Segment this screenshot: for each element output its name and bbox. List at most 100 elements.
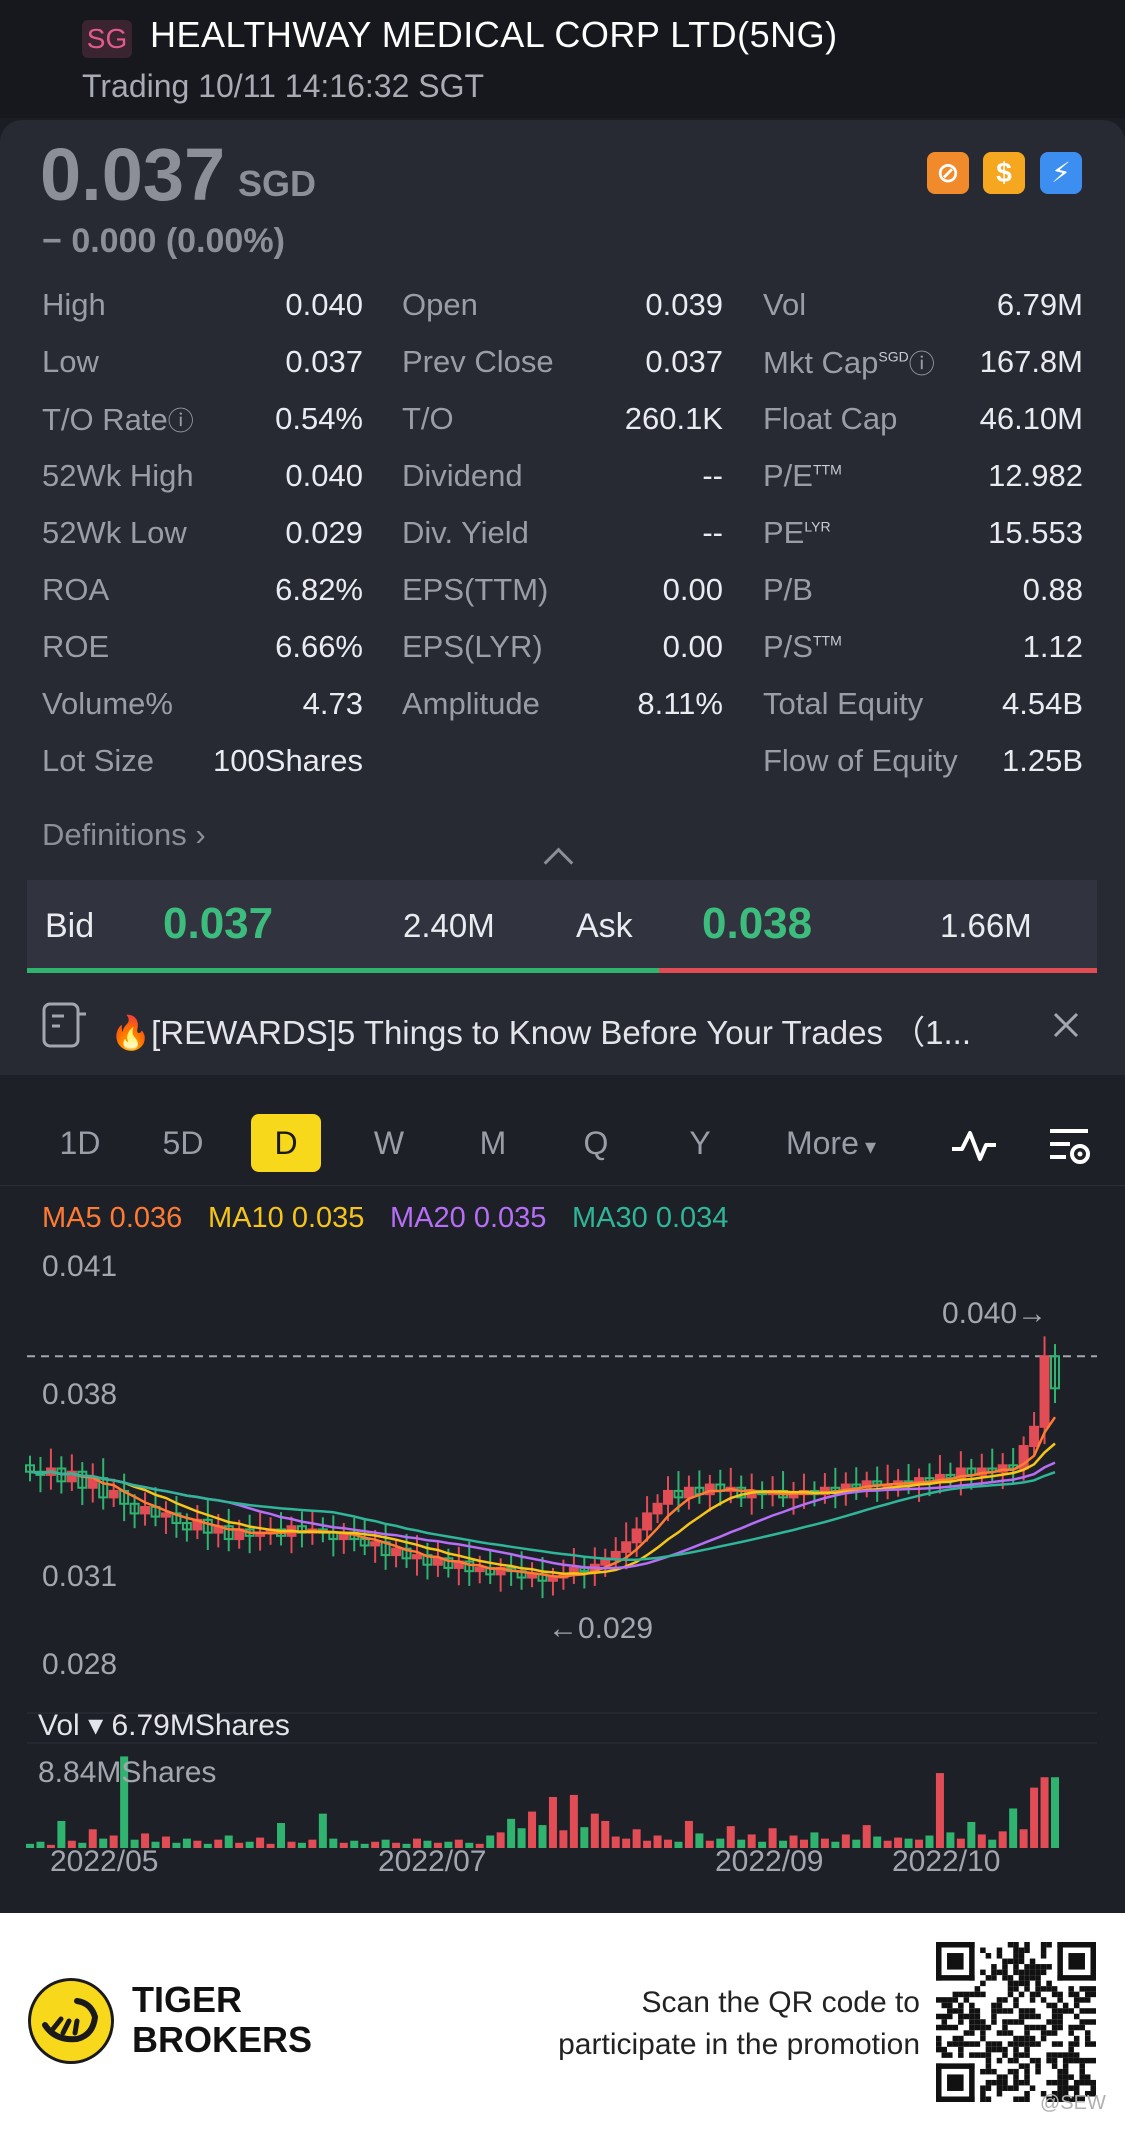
qr-module [1057, 1942, 1096, 1948]
qr-module [1062, 2074, 1069, 2080]
qr-module [1024, 2090, 1030, 2097]
qr-module [1062, 2063, 1069, 2069]
volume-bar [266, 1843, 275, 1848]
qr-module [991, 1969, 997, 1976]
qr-module [985, 2096, 992, 2102]
qr-module [1013, 2019, 1019, 2025]
tab-1d[interactable]: 1D [45, 1125, 115, 1162]
price-chart[interactable]: 0.041 0.038 0.031 0.028 0.040→ ←0.029 8.84MSha… [0, 1240, 1125, 1880]
ma-indicator: MA10 0.035 [208, 1202, 365, 1234]
qr-module [1073, 2024, 1080, 2031]
volume-bar [695, 1833, 704, 1848]
stat-label-text: Volume% [42, 686, 173, 721]
chart-settings-icon[interactable] [1048, 1126, 1092, 1166]
volume-header[interactable]: Vol ▾ 6.79MShares [38, 1708, 290, 1743]
qr-module [980, 2096, 986, 2102]
tab-d[interactable]: D [251, 1114, 321, 1172]
qr-module [1068, 2024, 1074, 2031]
qr-module [980, 1969, 986, 1976]
volume-bar [161, 1836, 170, 1848]
dollar-icon[interactable]: $ [983, 152, 1025, 194]
qr-module [1051, 2030, 1058, 2036]
qr-module [985, 2057, 992, 2064]
volume-max-label: 8.84MShares [38, 1756, 216, 1789]
tab-q[interactable]: Q [561, 1125, 631, 1162]
qr-module [1024, 1980, 1030, 1987]
qr-module [1079, 2074, 1085, 2080]
stat-value: 1.25B [1001, 743, 1083, 778]
qr-module [1068, 2052, 1074, 2058]
stat-label-text: Dividend [402, 458, 523, 493]
qr-module [1079, 2019, 1085, 2025]
qr-module [991, 2013, 997, 2020]
qr-module [1051, 1986, 1058, 1992]
qr-module [1084, 2057, 1091, 2064]
stat-value: 46.10M [979, 401, 1083, 436]
tab-w[interactable]: W [354, 1125, 424, 1162]
qr-module [958, 2013, 964, 2020]
tab-more[interactable]: More ▾ [766, 1125, 896, 1162]
qr-module [1051, 2052, 1058, 2058]
candle-body [642, 1512, 653, 1531]
qr-module [985, 2052, 992, 2058]
stat-label: Lot Size [42, 743, 154, 779]
qr-module [1051, 2079, 1058, 2086]
volume-bar [1009, 1808, 1018, 1848]
qr-module [985, 1953, 992, 1959]
volume-bar [214, 1839, 223, 1848]
qr-module [996, 2008, 1003, 2014]
qr-module [1013, 2002, 1019, 2009]
qr-module [1024, 2046, 1030, 2053]
qr-module [1068, 2041, 1074, 2047]
x-axis-label: 2022/07 [378, 1845, 486, 1878]
tab-5d[interactable]: 5D [148, 1125, 218, 1162]
qr-module [1013, 2085, 1019, 2091]
qr-module [969, 2041, 975, 2047]
qr-module [1018, 2041, 1025, 2047]
volume-bar [339, 1842, 348, 1848]
qr-module [1057, 2052, 1063, 2058]
qr-module [1046, 2002, 1052, 2009]
close-icon[interactable] [1052, 1011, 1080, 1039]
volume-bar [496, 1832, 505, 1848]
qr-module [936, 1942, 942, 1981]
no-short-icon[interactable]: ⊘ [927, 152, 969, 194]
volume-bar [172, 1842, 181, 1848]
tab-y[interactable]: Y [665, 1125, 735, 1162]
indicator-icon[interactable] [950, 1127, 998, 1163]
qr-module [963, 1991, 970, 1998]
news-headline[interactable]: 🔥[REWARDS]5 Things to Know Before Your T… [110, 1006, 971, 1054]
qr-module [1068, 2046, 1074, 2053]
tab-m[interactable]: M [458, 1125, 528, 1162]
qr-module [985, 2085, 992, 2091]
qr-module [996, 2057, 1003, 2064]
info-icon[interactable]: ⓘ [168, 406, 194, 436]
qr-module [996, 2079, 1003, 2086]
qr-module [1046, 2030, 1052, 2036]
stat-label: High [42, 287, 106, 323]
stat-label: T/O [402, 401, 454, 437]
qr-module [1024, 2030, 1030, 2036]
qr-module [963, 1997, 970, 2003]
qr-module [1079, 1986, 1085, 1992]
qr-module [1002, 2085, 1008, 2091]
qr-code[interactable] [936, 1942, 1096, 2102]
definitions-link[interactable]: Definitions › [42, 817, 206, 853]
qr-module [1007, 1986, 1014, 1992]
qr-module [1057, 2019, 1063, 2025]
qr-module [936, 1997, 942, 2003]
volume-bar [831, 1841, 840, 1848]
qr-module [1002, 2008, 1008, 2014]
qr-module [1079, 2063, 1085, 2069]
stat-label-text: ROA [42, 572, 110, 607]
qr-module [1090, 2085, 1096, 2091]
info-icon[interactable]: ⓘ [909, 349, 935, 379]
volume-bar [26, 1843, 34, 1848]
lightning-icon[interactable]: ⚡ [1040, 152, 1082, 194]
qr-module [1013, 1942, 1019, 1948]
qr-module [1035, 1986, 1041, 1992]
qr-module [936, 2024, 942, 2031]
qr-module [980, 1980, 986, 1987]
qr-module [1024, 1986, 1030, 1992]
tab-label: W [373, 1125, 405, 1161]
